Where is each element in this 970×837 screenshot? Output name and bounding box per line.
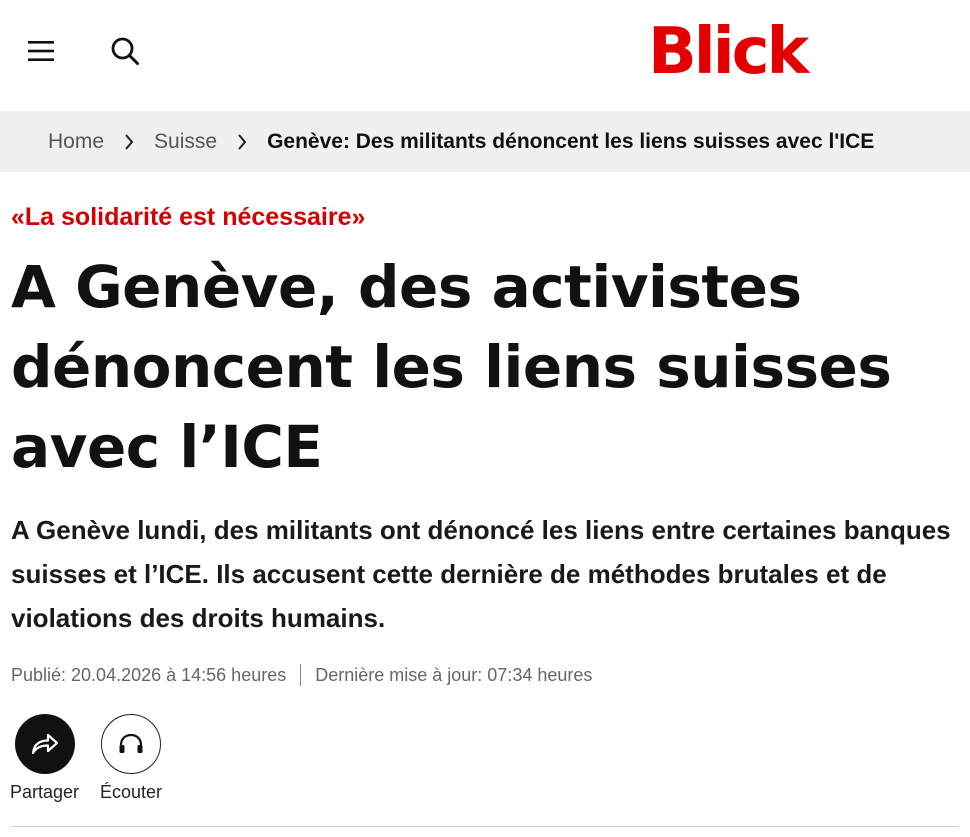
share-circle[interactable] bbox=[14, 714, 75, 774]
article-lead: A Genève lundi, des militants ont dénonc… bbox=[11, 515, 951, 633]
hamburger-menu-icon bbox=[28, 41, 54, 61]
share-button[interactable]: Partager bbox=[10, 714, 79, 804]
site-header: Blick bbox=[0, 0, 970, 111]
chevron-right-icon bbox=[237, 133, 247, 150]
listen-circle[interactable] bbox=[101, 714, 162, 774]
breadcrumb-suisse-link[interactable]: Suisse bbox=[154, 130, 217, 154]
breadcrumb: Home Suisse Genève: Des militants dénonc… bbox=[0, 111, 970, 172]
headphones-icon bbox=[119, 733, 143, 753]
section-divider bbox=[11, 826, 959, 827]
share-arrow-icon bbox=[31, 733, 58, 755]
meta-divider bbox=[300, 664, 302, 686]
breadcrumb-current-page: Genève: Des militants dénoncent les lien… bbox=[267, 129, 875, 153]
listen-label: Écouter bbox=[100, 782, 163, 802]
listen-button[interactable]: Écouter bbox=[100, 714, 162, 804]
chevron-right-icon bbox=[124, 133, 134, 150]
blick-logo[interactable]: Blick bbox=[648, 16, 809, 88]
share-label: Partager bbox=[10, 782, 80, 802]
search-button[interactable] bbox=[102, 28, 148, 74]
article-kicker: «La solidarité est nécessaire» bbox=[11, 203, 366, 231]
breadcrumb-home-link[interactable]: Home bbox=[48, 130, 104, 154]
published-date: Publié: 20.04.2026 à 14:56 heures bbox=[11, 665, 287, 685]
article-meta: Publié: 20.04.2026 à 14:56 heures Derniè… bbox=[11, 662, 592, 688]
menu-button[interactable] bbox=[18, 28, 64, 74]
search-icon bbox=[111, 37, 139, 65]
article-headline: A Genève, des activistes dénoncent les l… bbox=[11, 253, 892, 481]
updated-date: Dernière mise à jour: 07:34 heures bbox=[315, 665, 593, 685]
